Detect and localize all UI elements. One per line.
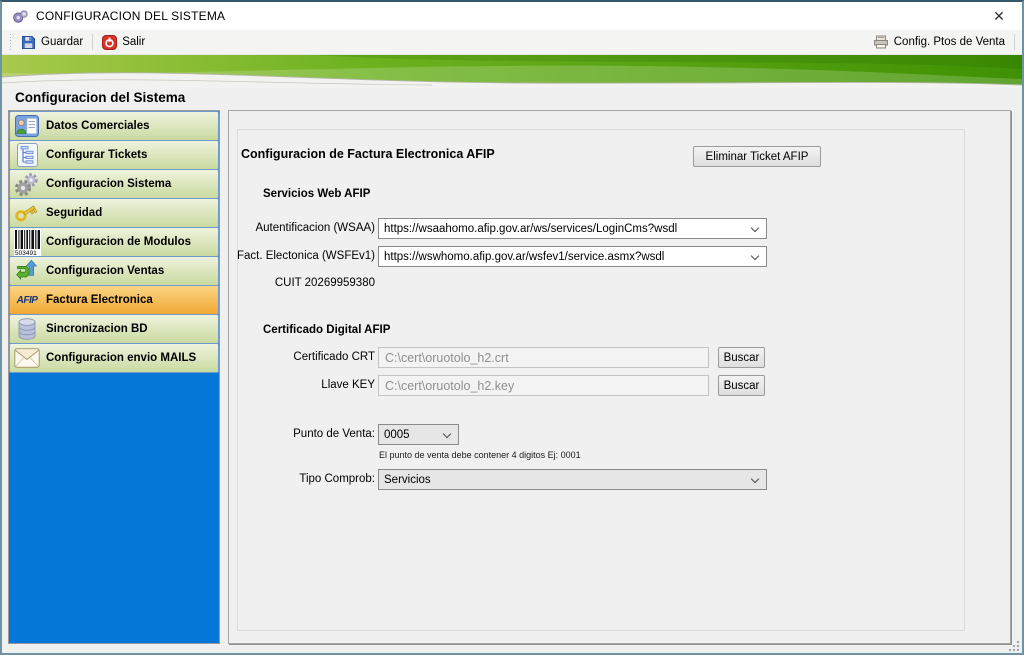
sidebar-item-factura-electronica[interactable]: AFIP Factura Electronica <box>9 285 219 315</box>
app-window: CONFIGURACION DEL SISTEMA ✕ Guardar Sali… <box>0 0 1024 655</box>
sync-arrows-icon <box>13 258 41 285</box>
main-panel: Configuracion de Factura Electronica AFI… <box>228 110 1011 644</box>
sidebar-item-label: Configuracion envio MAILS <box>46 352 196 364</box>
exit-button[interactable]: Salir <box>96 32 151 53</box>
tipo-comprob-combobox[interactable]: Servicios <box>378 469 767 490</box>
chevron-down-icon[interactable] <box>443 430 451 438</box>
sidebar-item-sincronizacion-bd[interactable]: Sincronizacion BD <box>9 314 219 344</box>
chevron-down-icon[interactable] <box>751 475 759 483</box>
cuit-label: CUIT 20269959380 <box>229 277 375 289</box>
gears-icon <box>13 171 41 198</box>
sidebar-item-seguridad[interactable]: Seguridad <box>9 198 219 228</box>
page-title: Configuracion del Sistema <box>2 90 1022 111</box>
afip-logo-icon: AFIP <box>13 287 41 314</box>
llave-key-label: Llave KEY <box>229 379 375 391</box>
sidebar-item-configuracion-modulos[interactable]: 503491 503491 Configuracion de Modulos <box>9 227 219 257</box>
sidebar-item-label: Configuracion Ventas <box>46 265 164 277</box>
wsfe-value: https://wswhomo.afip.gov.ar/wsfev1/servi… <box>384 251 664 263</box>
wsfe-combobox[interactable]: https://wswhomo.afip.gov.ar/wsfev1/servi… <box>378 246 767 267</box>
cash-register-icon <box>873 35 889 49</box>
chevron-down-icon[interactable] <box>751 252 759 260</box>
ticket-tree-icon <box>13 142 41 169</box>
sidebar-item-label: Datos Comerciales <box>46 120 150 132</box>
wsaa-label: Autentificacion (WSAA) <box>229 222 375 234</box>
chevron-down-icon[interactable] <box>751 224 759 232</box>
business-card-icon <box>13 113 41 140</box>
green-banner <box>2 55 1022 89</box>
sidebar-nav: Datos Comerciales Configurar Tickets <box>8 110 220 644</box>
sidebar-item-configuracion-ventas[interactable]: Configuracion Ventas <box>9 256 219 286</box>
sidebar-item-label: Configuracion Sistema <box>46 178 171 190</box>
toolbar-separator <box>1014 34 1015 50</box>
punto-venta-combobox[interactable]: 0005 <box>378 424 459 445</box>
sidebar-item-configuracion-mails[interactable]: Configuracion envio MAILS <box>9 343 219 373</box>
key-icon <box>13 200 41 227</box>
floppy-icon <box>21 35 36 50</box>
exit-label: Salir <box>122 36 145 48</box>
certificado-crt-label: Certificado CRT <box>229 351 375 363</box>
certificado-digital-header: Certificado Digital AFIP <box>263 324 390 336</box>
sidebar-item-label: Factura Electronica <box>46 294 153 306</box>
sidebar-item-configurar-tickets[interactable]: Configurar Tickets <box>9 140 219 170</box>
sidebar-item-label: Configurar Tickets <box>46 149 147 161</box>
toolbar-separator <box>92 34 93 50</box>
sidebar-item-label: Seguridad <box>46 207 102 219</box>
wsfe-label: Fact. Electonica (WSFEv1) <box>229 250 375 262</box>
tipo-comprob-value: Servicios <box>384 474 431 486</box>
main-section-title: Configuracion de Factura Electronica AFI… <box>241 147 495 161</box>
config-ptos-venta-label: Config. Ptos de Venta <box>894 36 1005 48</box>
window-title: CONFIGURACION DEL SISTEMA <box>36 9 225 23</box>
sidebar-item-label: Sincronizacion BD <box>46 323 148 335</box>
config-ptos-venta-button[interactable]: Config. Ptos de Venta <box>867 32 1011 52</box>
toolbar: Guardar Salir Config. Ptos de Venta <box>2 30 1022 55</box>
power-icon <box>102 35 117 50</box>
database-icon <box>13 316 41 343</box>
punto-venta-label: Punto de Venta: <box>229 428 375 440</box>
barcode-number: 503491 <box>15 250 37 256</box>
wsaa-value: https://wsaahomo.afip.gov.ar/ws/services… <box>384 223 677 235</box>
servicios-web-afip-header: Servicios Web AFIP <box>263 188 370 200</box>
eliminar-ticket-afip-button[interactable]: Eliminar Ticket AFIP <box>693 146 821 167</box>
resize-grip[interactable] <box>1008 640 1019 651</box>
llave-key-input[interactable] <box>378 375 709 396</box>
sidebar-item-configuracion-sistema[interactable]: Configuracion Sistema <box>9 169 219 199</box>
app-gears-icon <box>12 8 30 24</box>
sidebar-item-label: Configuracion de Modulos <box>46 236 191 248</box>
title-bar: CONFIGURACION DEL SISTEMA ✕ <box>2 2 1022 30</box>
close-icon[interactable]: ✕ <box>982 4 1016 28</box>
punto-venta-hint: El punto de venta debe contener 4 digito… <box>379 450 581 460</box>
buscar-key-button[interactable]: Buscar <box>718 375 765 396</box>
buscar-crt-button[interactable]: Buscar <box>718 347 765 368</box>
toolbar-grip[interactable] <box>9 34 12 51</box>
envelope-icon <box>13 345 41 372</box>
certificado-crt-input[interactable] <box>378 347 709 368</box>
punto-venta-value: 0005 <box>384 429 410 441</box>
sidebar-item-datos-comerciales[interactable]: Datos Comerciales <box>9 111 219 141</box>
barcode-icon: 503491 503491 <box>13 229 41 256</box>
banner-swoosh-graphic <box>2 55 1022 89</box>
save-label: Guardar <box>41 36 83 48</box>
tipo-comprob-label: Tipo Comprob: <box>229 473 375 485</box>
save-button[interactable]: Guardar <box>15 32 89 53</box>
wsaa-combobox[interactable]: https://wsaahomo.afip.gov.ar/ws/services… <box>378 218 767 239</box>
